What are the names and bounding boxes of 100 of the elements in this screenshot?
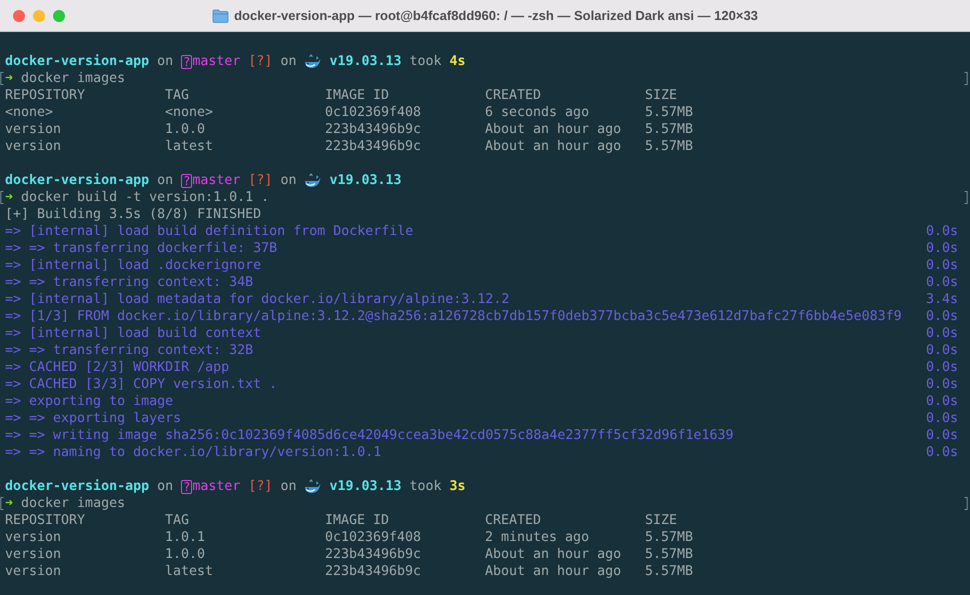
column-header: SIZE [645, 512, 678, 529]
prompt-directory: docker-version-app [5, 172, 150, 189]
table-cell-text: 5.57MB [645, 104, 694, 121]
step-time: 0.0s [926, 257, 958, 274]
zoom-button[interactable] [53, 10, 65, 22]
git-branch: master [192, 172, 240, 189]
table-cell-text: 2 minutes ago [485, 529, 590, 546]
docker-version: v19.03.13 [329, 172, 402, 189]
step-time: 0.0s [926, 376, 958, 393]
bracket-icon [964, 191, 968, 204]
output-line: [+] Building 3.5s (8/8) FINISHED [5, 206, 262, 223]
step-time: 0.0s [926, 410, 958, 427]
table-cell-text: version [5, 563, 62, 580]
column-header: CREATED [485, 87, 542, 104]
git-status: [?] [248, 172, 272, 189]
bracket-icon [0, 72, 4, 85]
prompt-text: on [280, 478, 296, 495]
build-step: => [internal] load build definition from Dockerfile [5, 223, 414, 240]
build-step: => [1/3] FROM docker.io/library/alpine:3.12.2@sha256:a126728cb7db157f0deb377bcba3c5e473e612d7bafc27f6bb4e5e083f9 [5, 308, 902, 325]
prompt-text: on [280, 172, 296, 189]
docker-version: v19.03.13 [329, 53, 402, 70]
command-text: docker images [21, 495, 126, 512]
step-time: 0.0s [926, 325, 958, 342]
build-step: => => exporting layers [5, 410, 182, 427]
bracket-icon [0, 191, 4, 204]
prompt-directory: docker-version-app [5, 478, 150, 495]
step-time: 0.0s [926, 359, 958, 376]
build-step: => [internal] load build context [5, 325, 262, 342]
command-text: docker images [21, 70, 126, 87]
column-header: IMAGE ID [325, 87, 390, 104]
column-header: CREATED [485, 512, 542, 529]
window-title: docker-version-app — root@b4fcaf8dd960: / — -zsh — Solarized Dark ansi — 120×33 [234, 8, 758, 23]
build-step: => => transferring context: 34B [5, 274, 254, 291]
minimize-button[interactable] [33, 10, 45, 22]
step-time: 0.0s [926, 223, 958, 240]
column-header: IMAGE ID [325, 512, 390, 529]
step-time: 0.0s [926, 342, 958, 359]
table-cell-text: 223b43496b9c [325, 121, 422, 138]
table-cell-text: About an hour ago [485, 546, 622, 563]
prompt-arrow: ➜ [5, 495, 14, 512]
table-cell-text: version [5, 121, 62, 138]
prompt-text: took [410, 478, 442, 495]
prompt-text: took [410, 53, 442, 70]
branch-badge: ? [181, 174, 192, 188]
branch-badge: ? [181, 54, 192, 68]
prompt-text: on [157, 478, 174, 495]
table-cell-text: About an hour ago [485, 563, 622, 580]
bracket-icon [964, 497, 968, 510]
column-header: REPOSITORY [5, 87, 86, 104]
command-duration: 3s [450, 478, 466, 495]
whale-icon [304, 54, 322, 69]
build-step: => CACHED [3/3] COPY version.txt . [5, 376, 278, 393]
table-cell-text: 5.57MB [645, 529, 694, 546]
table-cell-text: version [5, 138, 62, 155]
table-cell-text: 1.0.0 [165, 121, 206, 138]
step-time: 3.4s [926, 291, 958, 308]
table-cell-text: 5.57MB [645, 563, 694, 580]
table-cell-text: 5.57MB [645, 138, 694, 155]
close-button[interactable] [13, 10, 25, 22]
build-step: => [internal] load .dockerignore [5, 257, 262, 274]
build-step: => => naming to docker.io/library/version:1.0.1 [5, 444, 382, 461]
prompt-directory: docker-version-app [5, 53, 150, 70]
build-step: => exporting to image [5, 393, 174, 410]
bracket-icon [964, 72, 968, 85]
step-time: 0.0s [926, 393, 958, 410]
table-cell-text: version [5, 529, 62, 546]
prompt-text: on [157, 172, 174, 189]
table-cell-text: 6 seconds ago [485, 104, 590, 121]
step-time: 0.0s [926, 240, 958, 257]
column-header: TAG [165, 87, 190, 104]
build-step: => => transferring context: 32B [5, 342, 254, 359]
command-duration: 4s [450, 53, 466, 70]
build-step: => => transferring dockerfile: 37B [5, 240, 278, 257]
folder-icon [212, 8, 230, 22]
bracket-icon [0, 497, 4, 510]
table-cell-text: version [5, 546, 62, 563]
table-cell-text: 223b43496b9c [325, 563, 422, 580]
table-cell-text: latest [165, 138, 214, 155]
prompt-arrow: ➜ [5, 189, 14, 206]
build-step: => CACHED [2/3] WORKDIR /app [5, 359, 230, 376]
table-cell-text: About an hour ago [485, 138, 622, 155]
table-cell-text: 223b43496b9c [325, 546, 422, 563]
prompt-arrow: ➜ [5, 70, 14, 87]
table-cell-text: 5.57MB [645, 121, 694, 138]
git-branch: master [192, 53, 240, 70]
column-header: TAG [165, 512, 190, 529]
table-cell-text: latest [165, 563, 214, 580]
git-status: [?] [248, 53, 272, 70]
table-cell-text: <none> [165, 104, 214, 121]
step-time: 0.0s [926, 427, 958, 444]
step-time: 0.0s [926, 274, 958, 291]
table-cell-text: 5.57MB [645, 546, 694, 563]
column-header: REPOSITORY [5, 512, 86, 529]
table-cell-text: 0c102369f408 [325, 529, 422, 546]
build-step: => [internal] load metadata for docker.io/library/alpine:3.12.2 [5, 291, 510, 308]
prompt-text: on [280, 53, 296, 70]
table-cell-text: <none> [5, 104, 54, 121]
whale-icon [304, 479, 322, 494]
table-cell-text: 1.0.0 [165, 546, 206, 563]
build-step: => => writing image sha256:0c102369f4085d6ce42049ccea3be42cd0575c88a4e2377ff5cf32d96f1e1639 [5, 427, 734, 444]
